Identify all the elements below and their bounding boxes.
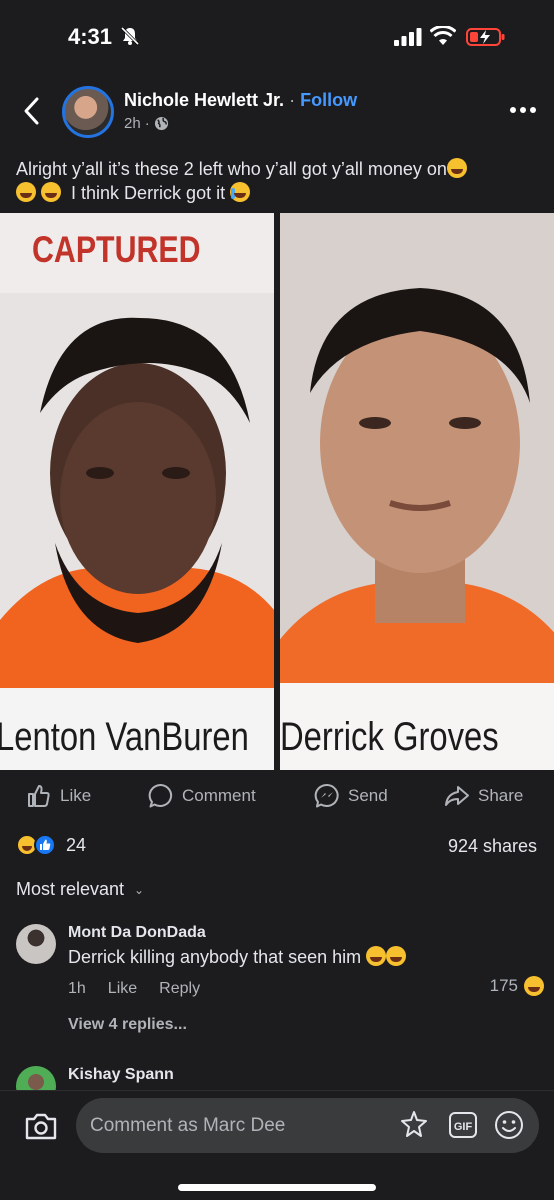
follow-button[interactable]: Follow <box>300 90 357 110</box>
home-indicator <box>178 1184 376 1191</box>
comment-reactions[interactable]: 175 <box>490 976 544 996</box>
thumbs-up-icon <box>28 785 50 807</box>
like-label: Like <box>60 786 92 805</box>
commenter-avatar[interactable] <box>16 1066 56 1090</box>
post-photo[interactable]: CAPTURED Lenton VanBuren Derrick Groves <box>0 213 554 770</box>
name-label-left: Lenton VanBuren <box>0 715 249 759</box>
author-line: Nichole Hewlett Jr. · Follow <box>124 90 357 111</box>
comment-button[interactable]: Comment <box>148 778 256 814</box>
reaction-summary[interactable]: 24 <box>16 834 86 856</box>
comment-reply-button[interactable]: Reply <box>159 980 200 998</box>
mugshot-left-figure <box>0 293 274 770</box>
more-options-button[interactable] <box>508 104 538 116</box>
post-caption: Alright y’all it’s these 2 left who y’al… <box>16 157 546 205</box>
back-button[interactable] <box>20 96 44 126</box>
caption-line2: I think Derrick got it <box>71 183 226 203</box>
gif-icon[interactable]: GIF <box>448 1111 478 1139</box>
mugshot-left: CAPTURED Lenton VanBuren <box>0 213 274 770</box>
comment-time: 1h <box>68 980 86 997</box>
crying-emoji-icon <box>230 182 251 202</box>
comment-bubble-icon <box>148 783 173 808</box>
share-button[interactable]: Share <box>444 778 523 814</box>
comment-body: Derrick killing anybody that seen him <box>68 947 362 967</box>
mugshot-right-figure <box>280 213 554 770</box>
laughing-emoji-icon <box>41 182 62 202</box>
comment-item: Mont Da DonDada Derrick killing anybody … <box>16 924 544 1044</box>
globe-icon <box>154 116 168 131</box>
svg-text:GIF: GIF <box>454 1121 473 1133</box>
comment-meta: 1h Like Reply <box>68 980 200 998</box>
author-avatar[interactable] <box>62 86 114 138</box>
laughing-emoji-icon <box>446 158 467 178</box>
share-arrow-icon <box>445 786 469 806</box>
like-reaction-icon <box>34 834 56 856</box>
laughing-emoji-icon <box>366 946 387 966</box>
send-label: Send <box>348 786 388 805</box>
post-meta: 2h · <box>124 115 169 132</box>
signal-icon <box>394 28 422 46</box>
haha-reaction-icon <box>524 976 544 996</box>
comment-like-button[interactable]: Like <box>108 980 137 998</box>
battery-charging-icon <box>466 28 505 46</box>
thumbs-up-icon <box>40 839 51 850</box>
emoji-smile-icon[interactable] <box>494 1110 524 1140</box>
comment-label: Comment <box>182 786 256 805</box>
sort-label: Most relevant <box>16 879 125 899</box>
post-actions: Like Comment Send Share <box>0 778 554 814</box>
shares-count[interactable]: 924 shares <box>448 836 537 857</box>
reaction-count: 24 <box>66 834 87 855</box>
post-timestamp[interactable]: 2h <box>124 115 141 132</box>
send-button[interactable]: Send <box>314 778 388 814</box>
author-name[interactable]: Nichole Hewlett Jr. <box>124 90 284 110</box>
commenter-name[interactable]: Mont Da DonDada <box>68 924 206 942</box>
view-replies-link[interactable]: View 4 replies... <box>68 1016 187 1034</box>
bell-muted-icon <box>120 26 140 46</box>
camera-icon[interactable] <box>24 1111 58 1141</box>
laughing-emoji-icon <box>386 946 407 966</box>
comment-input-placeholder: Comment as Marc Dee <box>90 1114 286 1136</box>
meta-separator: · <box>144 115 150 132</box>
commenter-name[interactable]: Kishay Spann <box>68 1066 174 1084</box>
like-button[interactable]: Like <box>26 778 91 814</box>
messenger-icon <box>314 783 339 808</box>
chevron-down-icon: ⌄ <box>134 882 145 897</box>
status-time: 4:31 <box>68 24 113 49</box>
name-label-right: Derrick Groves <box>280 715 499 759</box>
share-label: Share <box>478 786 524 805</box>
comment-item: Kishay Spann <box>16 1066 538 1090</box>
comment-text: Derrick killing anybody that seen him <box>68 946 407 968</box>
sticker-icon[interactable] <box>399 1110 429 1140</box>
commenter-avatar[interactable] <box>16 924 56 964</box>
mugshot-right: Derrick Groves <box>280 213 554 770</box>
wifi-icon <box>430 26 456 45</box>
author-separator: · <box>289 90 296 110</box>
comment-reaction-count: 175 <box>489 976 518 995</box>
comment-sort-dropdown[interactable]: Most relevant ⌄ <box>16 879 144 900</box>
status-bar: 4:31 <box>0 0 554 74</box>
caption-line1: Alright y’all it’s these 2 left who y’al… <box>16 159 447 179</box>
laughing-emoji-icon <box>16 182 36 202</box>
